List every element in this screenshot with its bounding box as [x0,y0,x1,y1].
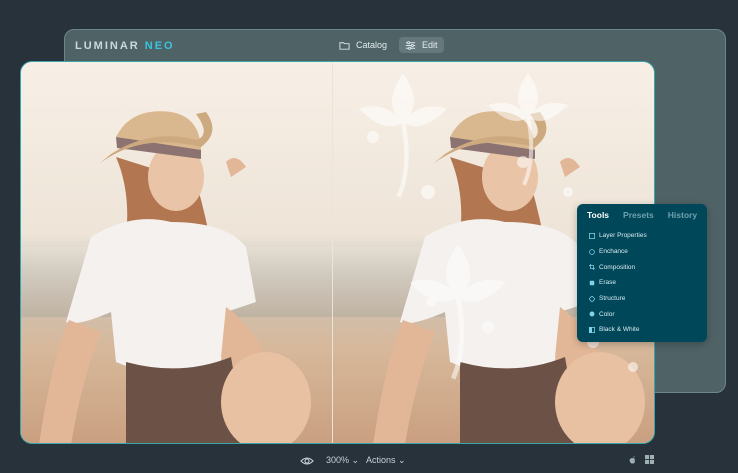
logo-accent: NEO [144,40,175,52]
zoom-dropdown[interactable]: 300% ⌄ [326,455,359,466]
tool-structure[interactable]: Structure [589,291,647,307]
structure-icon [589,295,595,302]
edit-label: Edit [422,40,438,50]
sliders-icon [405,40,416,50]
platform-icons [628,455,654,465]
edit-button[interactable]: Edit [399,37,444,53]
layers-icon [589,232,595,239]
tool-label: Structure [599,295,626,303]
catalog-button[interactable]: Catalog [333,37,393,53]
tool-label: Black & White [599,326,640,334]
bw-icon [589,326,595,333]
actions-dropdown[interactable]: Actions ⌄ [366,455,406,466]
apple-icon [629,456,635,464]
before-after-divider[interactable] [332,62,333,443]
tool-label: Erase [599,279,616,287]
enhance-icon [589,248,595,255]
color-icon [589,311,595,317]
tab-presets[interactable]: Presets [623,210,654,220]
tool-label: Color [599,310,615,318]
beach-photo [21,62,654,443]
zoom-label: 300% [326,455,350,465]
tool-black-white[interactable]: Black & White [589,322,647,338]
eye-icon[interactable] [300,454,314,468]
tab-history[interactable]: History [668,210,697,220]
eraser-icon [589,280,595,286]
top-nav: Catalog Edit [333,37,444,53]
tool-composition[interactable]: Composition [589,259,647,275]
tool-erase[interactable]: Erase [589,275,647,291]
chevron-down-icon: ⌄ [351,455,360,465]
tool-color[interactable]: Color [589,306,647,322]
tool-list: Layer Properties Enchance Composition Er… [589,228,647,338]
crop-icon [589,264,595,271]
folder-icon [339,41,350,50]
tools-panel: Tools Presets History Layer Properties E… [577,204,707,342]
tab-tools[interactable]: Tools [587,210,609,220]
tool-label: Enchance [599,248,628,256]
tool-label: Composition [599,263,636,271]
windows-icon [645,455,654,464]
app-logo: LUMINAR NEO [75,40,175,52]
bottom-bar: 300% ⌄ Actions ⌄ [0,452,738,470]
chevron-down-icon: ⌄ [398,455,406,465]
tool-label: Layer Properties [599,232,647,240]
logo-main: LUMINAR [75,40,140,52]
catalog-label: Catalog [356,40,388,50]
panel-tabs: Tools Presets History [587,210,697,220]
photo-canvas[interactable] [20,61,655,444]
actions-label: Actions [366,455,396,465]
tool-layer-properties[interactable]: Layer Properties [589,228,647,244]
tool-enhance[interactable]: Enchance [589,244,647,260]
